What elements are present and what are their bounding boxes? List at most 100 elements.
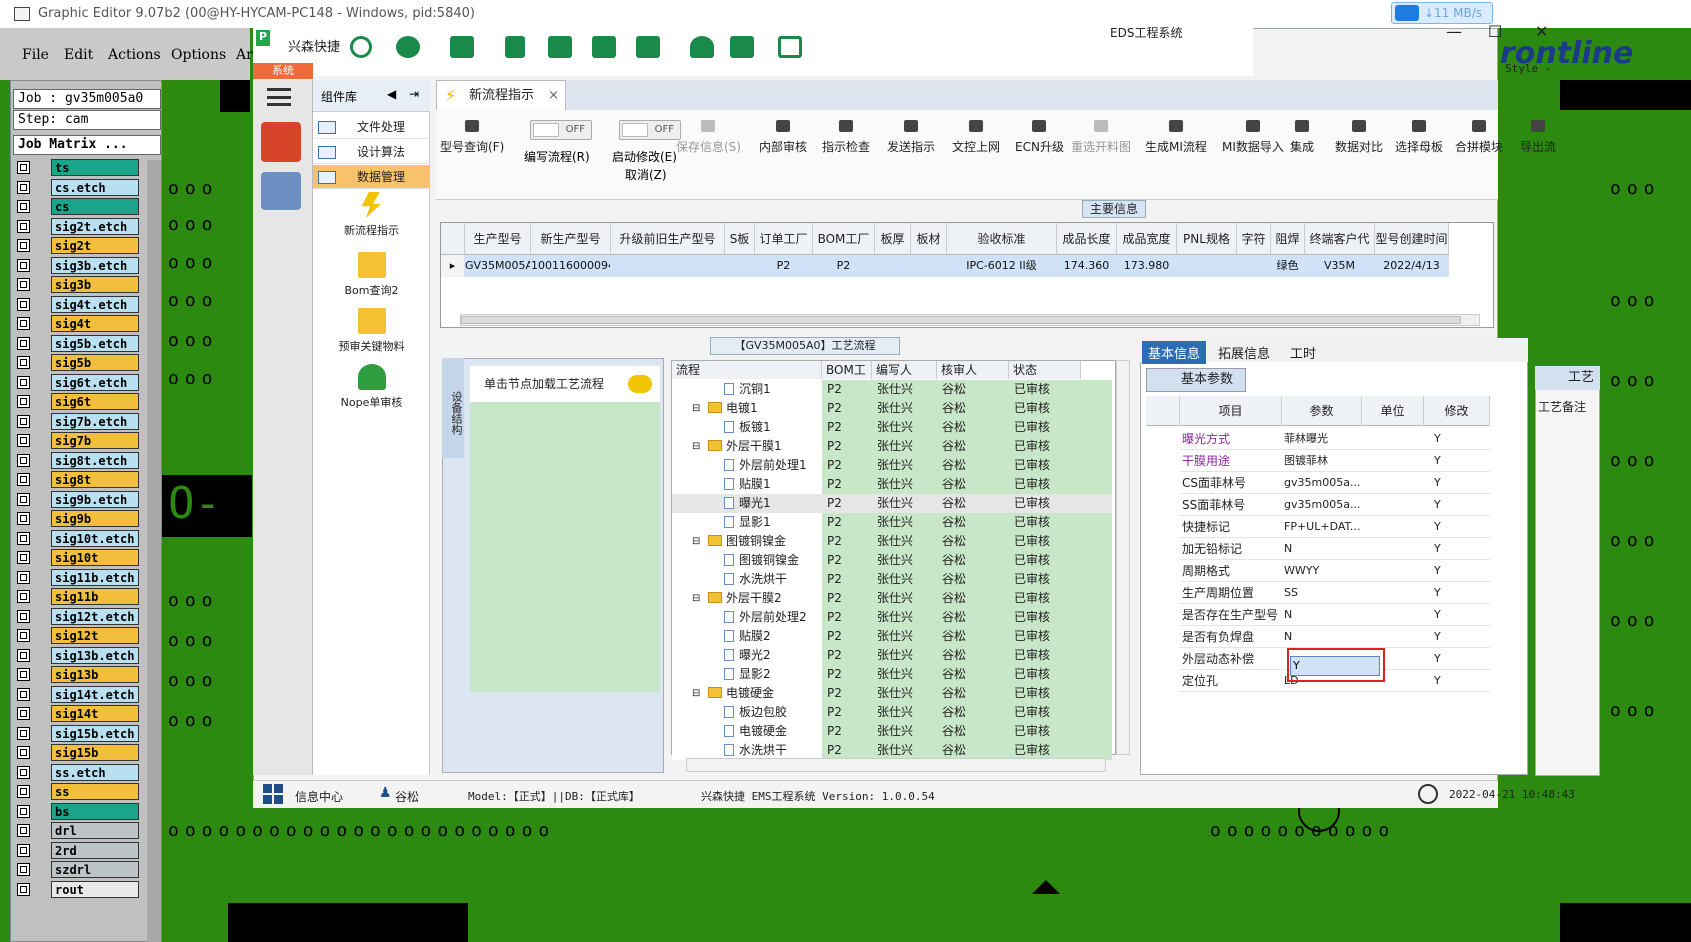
layer-name[interactable]: szdrl [51, 861, 139, 878]
layer-name[interactable]: ss [51, 783, 139, 800]
toggle-write-process[interactable]: OFF [530, 120, 592, 140]
layer-scrollbar[interactable] [147, 160, 161, 942]
grid-cell[interactable] [875, 255, 911, 277]
tree-row[interactable]: ⊟ 图镀铜镍金 P2 张仕兴 谷松 已审核 [672, 532, 1112, 551]
param-value[interactable]: 菲林曝光 [1284, 428, 1362, 450]
layer-row[interactable]: sig12t.etch [17, 607, 139, 625]
layer-checkbox[interactable] [17, 512, 30, 525]
grid-cell[interactable] [611, 255, 725, 277]
ribbon-button[interactable]: ECN升级 [1015, 120, 1064, 155]
layer-row[interactable]: sig8t [17, 471, 139, 488]
layer-row[interactable]: sig11b.etch [17, 568, 139, 586]
minimize-button[interactable]: — [1446, 22, 1462, 41]
layer-row[interactable]: sig2t [17, 237, 139, 254]
ribbon-button[interactable]: 合拼模块 [1455, 120, 1503, 155]
layer-row[interactable]: sig8t.etch [17, 451, 139, 469]
layer-checkbox[interactable] [17, 882, 30, 896]
window-icon[interactable] [778, 36, 802, 58]
grid-header[interactable]: BOM工厂 [813, 223, 875, 255]
param-row[interactable]: SS面菲林号 gv35m005a... Y [1180, 494, 1490, 516]
layer-row[interactable]: sig7b [17, 432, 139, 449]
comp-design-algorithm[interactable]: 设计算法 [313, 140, 430, 164]
layer-checkbox[interactable] [17, 531, 30, 545]
close-icon[interactable]: × [548, 81, 559, 111]
windows-icon[interactable] [263, 784, 283, 804]
pin-icon[interactable]: ⇥ [409, 87, 419, 101]
maximize-button[interactable]: ☐ [1488, 22, 1502, 41]
tree-row[interactable]: ⊟ 外层干膜1 P2 张仕兴 谷松 已审核 [672, 437, 1112, 456]
scissors-icon[interactable] [505, 36, 525, 58]
grid-header[interactable]: 订单工厂 [755, 223, 813, 255]
layer-name[interactable]: drl [51, 822, 139, 839]
expand-toggle[interactable]: ⊟ [692, 589, 700, 608]
comp-file-processing[interactable]: 文件处理 [313, 115, 430, 139]
layer-name[interactable]: sig11b.etch [51, 568, 139, 586]
layer-name[interactable]: sig8t [51, 471, 139, 488]
layer-row[interactable]: bs [17, 802, 139, 820]
param-row[interactable]: 是否有负焊盘 N Y [1180, 626, 1490, 648]
ribbon-button[interactable]: 生成MI流程 [1145, 120, 1207, 155]
layer-checkbox[interactable] [17, 453, 30, 467]
layer-name[interactable]: ts [51, 159, 139, 176]
params-header[interactable]: 单位 [1362, 396, 1424, 426]
grid-cell[interactable]: IPC-6012 II级 [947, 255, 1057, 277]
tree-header[interactable]: BOM工厂 [822, 361, 872, 395]
tree-row[interactable]: 外层前处理1 P2 张仕兴 谷松 已审核 [672, 456, 1112, 475]
layer-name[interactable]: cs.etch [51, 178, 139, 196]
param-row[interactable]: 曝光方式 菲林曝光 Y [1180, 428, 1490, 450]
tree-row[interactable]: ⊟ 外层干膜2 P2 张仕兴 谷松 已审核 [672, 589, 1112, 608]
layer-checkbox[interactable] [17, 824, 30, 837]
menu-ar[interactable]: Ar [236, 47, 253, 63]
layer-checkbox[interactable] [17, 668, 30, 681]
layer-checkbox[interactable] [17, 726, 30, 740]
layer-row[interactable]: sig9b [17, 510, 139, 527]
grid-cell[interactable]: 绿色 [1271, 255, 1305, 277]
layer-name[interactable]: sig4t [51, 315, 139, 332]
param-value[interactable]: 图镀菲林 [1284, 450, 1362, 472]
grid-cell[interactable]: 174.360 [1057, 255, 1117, 277]
layer-name[interactable]: sig2t.etch [51, 217, 139, 235]
layer-name[interactable]: sig5b [51, 354, 139, 371]
grid-cell[interactable]: V35M [1305, 255, 1375, 277]
grid-header[interactable]: 板厚 [875, 223, 911, 255]
param-value[interactable]: N [1284, 626, 1362, 648]
tree-row[interactable]: 曝光2 P2 张仕兴 谷松 已审核 [672, 646, 1112, 665]
tree-vertical-scrollbar[interactable] [1116, 360, 1130, 755]
layer-name[interactable]: sig14t [51, 705, 139, 722]
layer-checkbox[interactable] [17, 258, 30, 272]
layer-checkbox[interactable] [17, 746, 30, 759]
layer-row[interactable]: sig15b [17, 744, 139, 761]
layer-name[interactable]: sig13b.etch [51, 646, 139, 664]
layer-name[interactable]: rout [51, 880, 139, 898]
grid-header[interactable]: 板材 [911, 223, 947, 255]
chart-icon[interactable] [730, 36, 754, 58]
layer-row[interactable]: sig4t.etch [17, 295, 139, 313]
layer-name[interactable]: sig13b [51, 666, 139, 683]
new-process-instruction-item[interactable]: 新流程指示 [313, 192, 430, 238]
layer-row[interactable]: rout [17, 880, 139, 898]
expand-toggle[interactable]: ⊟ [692, 684, 700, 703]
layer-name[interactable]: cs [51, 198, 139, 215]
tree-header[interactable]: 核审人 [937, 361, 1009, 379]
menu-options[interactable]: Options [171, 47, 226, 63]
param-row[interactable]: 周期格式 WWYY Y [1180, 560, 1490, 582]
param-value[interactable]: WWYY [1284, 560, 1362, 582]
layer-name[interactable]: 2rd [51, 841, 139, 859]
tree-horizontal-scrollbar[interactable] [686, 758, 1106, 772]
layer-checkbox[interactable] [17, 707, 30, 720]
layer-checkbox[interactable] [17, 551, 30, 564]
layer-row[interactable]: sig15b.etch [17, 724, 139, 742]
layer-row[interactable]: 2rd [17, 841, 139, 859]
layer-checkbox[interactable] [17, 161, 30, 174]
layer-row[interactable]: ss [17, 783, 139, 800]
step-field[interactable]: Step: cam [13, 110, 161, 130]
param-row[interactable]: 干膜用途 图镀菲林 Y [1180, 450, 1490, 472]
layer-row[interactable]: sig6t.etch [17, 373, 139, 391]
layer-row[interactable]: sig9b.etch [17, 490, 139, 508]
tree-row[interactable]: 沉铜1 P2 张仕兴 谷松 已审核 [672, 380, 1112, 399]
param-row[interactable]: 快捷标记 FP+UL+DAT... Y [1180, 516, 1490, 538]
layer-name[interactable]: sig5b.etch [51, 334, 139, 352]
layer-checkbox[interactable] [17, 219, 30, 233]
job-field[interactable]: Job : gv35m005a0 [13, 89, 161, 109]
tree-header[interactable]: 流程 [672, 361, 822, 379]
